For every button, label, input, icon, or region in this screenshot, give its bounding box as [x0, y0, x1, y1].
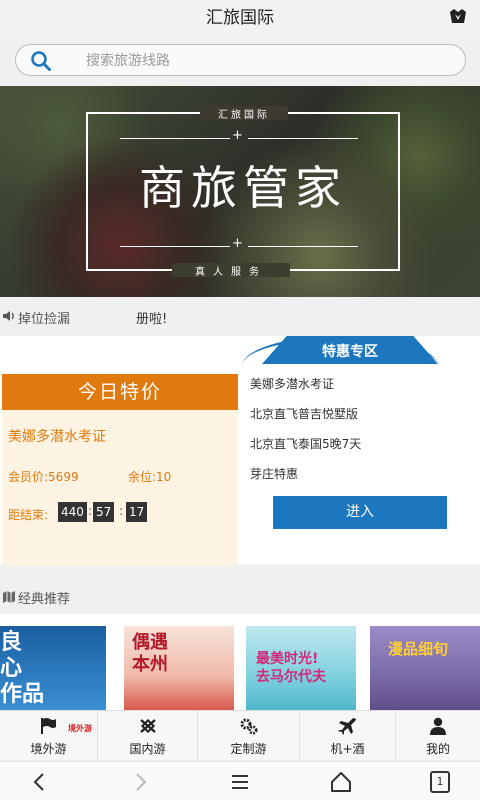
- tab-outbound[interactable]: 境外游 境外游: [0, 711, 98, 761]
- notice-message[interactable]: 册啦!: [136, 308, 167, 327]
- tab-flight-hotel[interactable]: 机+酒: [300, 711, 396, 761]
- map-icon: [3, 591, 15, 603]
- notice-label: 掉位捡漏: [18, 312, 71, 327]
- card-title: 良 心 作品: [0, 630, 45, 707]
- countdown-hours: 440: [58, 502, 87, 522]
- recommend-card[interactable]: 最美时光! 去马尔代夫: [246, 626, 356, 710]
- recommend-card[interactable]: 偶遇 本州: [124, 626, 234, 710]
- recommend-card[interactable]: 良 心 作品: [0, 626, 106, 710]
- flag-icon: [41, 718, 56, 734]
- classics-header: 经典推荐: [0, 582, 480, 614]
- special-item[interactable]: 北京直飞普吉悦墅版: [250, 406, 361, 436]
- menu-icon[interactable]: [228, 770, 252, 794]
- hot-badge: 境外游: [68, 724, 92, 733]
- page-title: 汇旅国际: [206, 8, 274, 28]
- special-zone-tab: 特惠专区: [242, 336, 438, 366]
- home-icon[interactable]: [329, 770, 353, 794]
- forward-icon[interactable]: [128, 770, 152, 794]
- search-input[interactable]: [86, 49, 446, 73]
- classics-cards: 良 心 作品 偶遇 本州 最美时光! 去马尔代夫 漫品细旬: [0, 614, 480, 710]
- tab-label: 定制游: [230, 742, 267, 756]
- back-icon[interactable]: [28, 770, 52, 794]
- app-header: 汇旅国际: [0, 0, 480, 34]
- enter-button[interactable]: 进入: [273, 496, 447, 529]
- special-zone-title: 特惠专区: [322, 344, 378, 360]
- seats-remaining: 余位:10: [128, 470, 172, 484]
- airplane-icon: [338, 718, 356, 735]
- tabs-count-button[interactable]: 1: [430, 771, 450, 793]
- classics-label: 经典推荐: [18, 592, 71, 607]
- card-title: 偶遇 本州: [132, 632, 168, 675]
- special-item[interactable]: 芽庄特惠: [250, 466, 361, 496]
- special-item[interactable]: 北京直飞泰国5晚7天: [250, 436, 361, 466]
- tab-label: 机+酒: [330, 742, 365, 756]
- plus-icon: +: [232, 236, 243, 251]
- today-special-card[interactable]: 今日特价 美娜多潜水考证 会员价:5699 余位:10 距结束: 440 : 5…: [2, 374, 238, 566]
- special-zone-list: 美娜多潜水考证 北京直飞普吉悦墅版 北京直飞泰国5晚7天 芽庄特惠: [250, 376, 361, 496]
- gift-icon[interactable]: [448, 7, 468, 25]
- tab-custom[interactable]: 定制游: [198, 711, 300, 761]
- tab-domestic[interactable]: 国内游: [98, 711, 198, 761]
- person-icon: [430, 717, 446, 735]
- promo-banner[interactable]: 汇旅国际 + 商旅管家 + 真人服务: [0, 86, 480, 297]
- countdown-seconds: 17: [126, 502, 148, 522]
- countdown-minutes: 57: [93, 502, 115, 522]
- notice-bar[interactable]: 掉位捡漏 册啦!: [0, 300, 480, 334]
- system-nav-bar: 1: [0, 761, 480, 800]
- banner-headline: 商旅管家: [139, 161, 347, 215]
- plus-icon: +: [232, 128, 243, 143]
- deals-section: 今日特价 美娜多潜水考证 会员价:5699 余位:10 距结束: 440 : 5…: [0, 336, 480, 566]
- banner-tagline: 真人服务: [195, 267, 267, 278]
- search-icon[interactable]: [30, 50, 52, 72]
- card-title: 最美时光! 去马尔代夫: [256, 651, 326, 685]
- knot-icon: [140, 718, 156, 734]
- banner-brand: 汇旅国际: [218, 110, 270, 121]
- countdown-label: 距结束:: [8, 508, 49, 522]
- gears-icon: [240, 718, 258, 735]
- card-title: 漫品细旬: [388, 640, 449, 658]
- bottom-tab-bar: 境外游 境外游 国内游 定制游 机+酒 我的: [0, 710, 480, 761]
- tab-label: 国内游: [129, 742, 166, 756]
- today-special-title: 今日特价: [2, 374, 238, 410]
- tab-label: 我的: [425, 742, 450, 756]
- today-special-product[interactable]: 美娜多潜水考证: [8, 426, 106, 446]
- tab-mine[interactable]: 我的: [396, 711, 480, 761]
- speaker-icon: [3, 311, 14, 321]
- member-price: 会员价:5699: [8, 470, 79, 484]
- tab-label: 境外游: [30, 742, 67, 756]
- recommend-card[interactable]: 漫品细旬: [370, 626, 480, 710]
- special-item[interactable]: 美娜多潜水考证: [250, 376, 361, 406]
- search-bar[interactable]: [15, 44, 466, 76]
